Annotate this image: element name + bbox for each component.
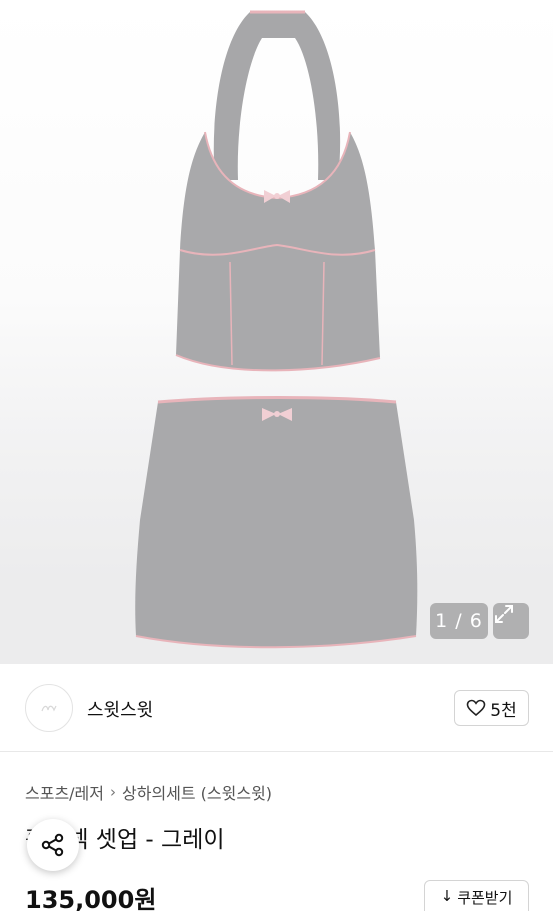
download-arrow-icon: ↓ xyxy=(440,887,454,905)
breadcrumb-subcategory[interactable]: 상하의세트 (스윗스윗) xyxy=(122,780,272,804)
breadcrumb-category[interactable]: 스포츠/레저 xyxy=(25,780,104,804)
expand-image-button[interactable] xyxy=(493,603,529,639)
share-icon xyxy=(41,833,64,857)
heart-icon xyxy=(466,699,486,717)
coupon-button[interactable]: ↓ 쿠폰받기 xyxy=(424,880,529,911)
chevron-right-icon: › xyxy=(110,783,116,801)
breadcrumb: 스포츠/레저 › 상하의세트 (스윗스윗) xyxy=(25,780,272,804)
product-price: 135,000원 xyxy=(25,886,157,911)
share-button[interactable] xyxy=(27,819,79,871)
seller-logo xyxy=(41,705,57,712)
product-image-gallery[interactable]: 1 / 6 xyxy=(0,0,553,664)
product-image xyxy=(135,10,418,649)
coupon-label: 쿠폰받기 xyxy=(457,889,513,907)
image-counter: 1 / 6 xyxy=(430,603,488,639)
favorite-button[interactable]: 5천 xyxy=(454,690,529,726)
seller-row: 스윗스윗 5천 xyxy=(0,664,553,752)
seller-name[interactable]: 스윗스윗 xyxy=(87,696,153,722)
expand-icon xyxy=(495,605,513,623)
seller-avatar[interactable] xyxy=(25,684,73,732)
favorite-count: 5천 xyxy=(490,700,517,721)
